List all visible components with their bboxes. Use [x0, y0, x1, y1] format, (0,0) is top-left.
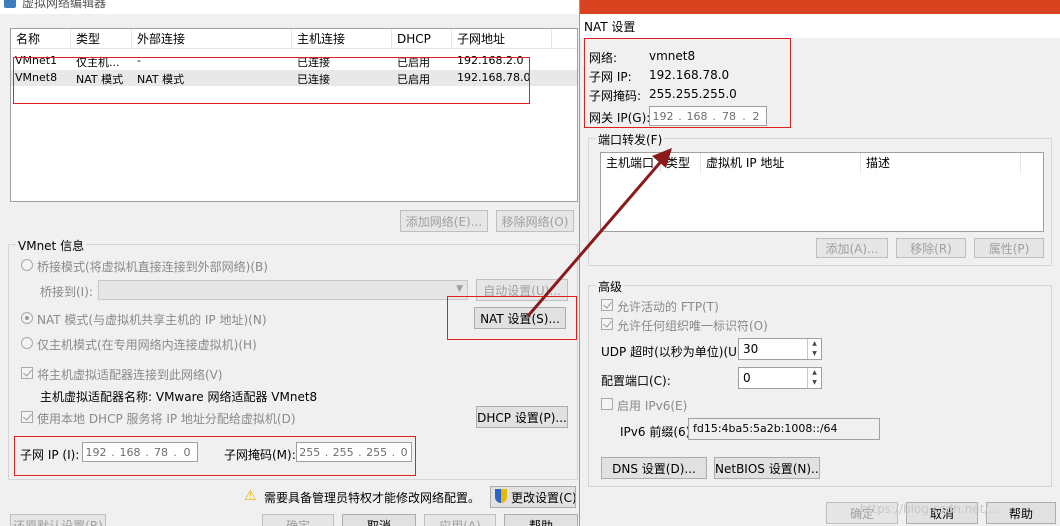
shield-icon [495, 489, 507, 503]
pf-col-host-port[interactable]: 主机端口 [601, 153, 661, 173]
window-title: 虚拟网络编辑器 [22, 0, 107, 10]
dns-settings-button[interactable]: DNS 设置(D)... [601, 457, 707, 479]
pf-add-button[interactable]: 添加(A)... [816, 238, 888, 258]
watermark: https://blog.csdn.net/... [860, 502, 1000, 516]
ok-button[interactable]: 确定 [262, 514, 334, 526]
bridge-to-label: 桥接到(I): [40, 285, 93, 299]
nat-settings-button[interactable]: NAT 设置(S)... [474, 307, 566, 329]
chevron-down-icon: ▼ [456, 284, 463, 294]
allow-oui-label: 允许任何组织唯一标识符(O) [617, 319, 768, 333]
connect-adapter-label: 将主机虚拟适配器连接到此网络(V) [37, 368, 223, 382]
warning-icon: ⚠ [244, 488, 257, 504]
allow-oui-checkbox[interactable] [601, 318, 613, 330]
add-network-button[interactable]: 添加网络(E)... [400, 210, 488, 232]
pf-col-vm-ip[interactable]: 虚拟机 IP 地址 [701, 153, 861, 173]
host-only-label: 仅主机模式(在专用网络内连接虚拟机)(H) [37, 338, 257, 352]
bridge-to-select[interactable]: ▼ [98, 280, 468, 300]
pf-remove-button[interactable]: 移除(R) [896, 238, 966, 258]
allow-ftp-checkbox[interactable] [601, 299, 613, 311]
col-external[interactable]: 外部连接 [132, 29, 292, 49]
enable-ipv6-label: 启用 IPv6(E) [617, 399, 688, 413]
udp-timeout-stepper[interactable]: 30 ▲ ▼ [738, 338, 822, 360]
port-forward-title: 端口转发(F) [596, 131, 665, 148]
nat-subnet-mask-value: 255.255.255.0 [649, 87, 737, 101]
pf-col-desc[interactable]: 描述 [861, 153, 1021, 173]
nat-subnet-ip-value: 192.168.78.0 [649, 68, 730, 82]
apply-button[interactable]: 应用(A) [424, 514, 496, 526]
help-button[interactable]: 帮助 [504, 514, 578, 526]
col-subnet[interactable]: 子网地址 [452, 29, 552, 49]
admin-warning: 需要具备管理员特权才能修改网络配置。 [264, 491, 481, 505]
port-forward-list[interactable]: 主机端口 类型 虚拟机 IP 地址 描述 [600, 152, 1044, 232]
cancel-button[interactable]: 取消 [342, 514, 416, 526]
allow-ftp-label: 允许活动的 FTP(T) [617, 300, 719, 314]
restore-defaults-button[interactable]: 还原默认设置(R) [10, 514, 106, 526]
subnet-ip-label: 子网 IP (I): [20, 448, 80, 462]
change-settings-button[interactable]: 更改设置(C) [490, 486, 576, 508]
nat-subnet-mask-label: 子网掩码: [589, 89, 642, 103]
nat-mode-radio[interactable] [21, 312, 33, 324]
remove-network-button[interactable]: 移除网络(O) [496, 210, 574, 232]
dhcp-settings-button[interactable]: DHCP 设置(P)... [476, 406, 568, 428]
subnet-mask-label: 子网掩码(M): [224, 448, 296, 462]
table-row[interactable]: VMnet1 仅主机... - 已连接 已启用 192.168.2.0 [11, 53, 577, 69]
app-icon [4, 0, 16, 8]
col-dhcp[interactable]: DHCP [392, 29, 452, 49]
auto-settings-button[interactable]: 自动设置(U)... [476, 279, 568, 301]
stepper-down-icon[interactable]: ▼ [807, 349, 821, 359]
pf-col-type[interactable]: 类型 [661, 153, 701, 173]
col-host[interactable]: 主机连接 [292, 29, 392, 49]
stepper-up-icon[interactable]: ▲ [807, 339, 821, 349]
host-only-radio[interactable] [21, 337, 33, 349]
connect-adapter-checkbox[interactable] [21, 367, 33, 379]
col-name[interactable]: 名称 [11, 29, 71, 49]
gateway-label: 网关 IP(G): [589, 111, 651, 125]
advanced-title: 高级 [596, 278, 625, 295]
stepper-down-icon[interactable]: ▼ [807, 378, 821, 388]
bridge-mode-label: 桥接模式(将虚拟机直接连接到外部网络)(B) [37, 260, 268, 274]
pf-properties-button[interactable]: 属性(P) [974, 238, 1044, 258]
stepper-up-icon[interactable]: ▲ [807, 368, 821, 378]
network-label: 网络: [589, 51, 618, 65]
desktop-background [580, 0, 1060, 14]
subnet-mask-field[interactable]: 255. 255. 255. 0 [296, 442, 412, 462]
col-type[interactable]: 类型 [71, 29, 132, 49]
title-bar: 虚拟网络编辑器 [0, 0, 579, 14]
udp-timeout-label: UDP 超时(以秒为单位)(U): [601, 345, 746, 359]
bridge-mode-radio[interactable] [21, 259, 33, 271]
subnet-ip-field[interactable]: 192. 168. 78. 0 [82, 442, 198, 462]
network-list[interactable]: 名称 类型 外部连接 主机连接 DHCP 子网地址 VMnet1 仅主机... … [10, 28, 578, 202]
nat-mode-label: NAT 模式(与虚拟机共享主机的 IP 地址)(N) [37, 313, 267, 327]
nat-title-bar: NAT 设置 [580, 14, 1060, 38]
vmnet-info-title: VMnet 信息 [16, 237, 87, 254]
netbios-settings-button[interactable]: NetBIOS 设置(N)... [714, 457, 820, 479]
virtual-network-editor-window: 虚拟网络编辑器 名称 类型 外部连接 主机连接 DHCP 子网地址 VMnet1… [0, 0, 580, 526]
network-list-header: 名称 类型 外部连接 主机连接 DHCP 子网地址 [11, 29, 577, 49]
use-dhcp-label: 使用本地 DHCP 服务将 IP 地址分配给虚拟机(D) [37, 412, 296, 426]
table-row[interactable]: VMnet8 NAT 模式 NAT 模式 已连接 已启用 192.168.78.… [11, 70, 577, 86]
config-port-label: 配置端口(C): [601, 374, 671, 388]
network-value: vmnet8 [649, 49, 696, 63]
gateway-ip-field[interactable]: 192. 168. 78. 2 [649, 106, 767, 126]
ipv6-prefix-field[interactable]: fd15:4ba5:5a2b:1008::/64 [688, 418, 880, 440]
use-dhcp-checkbox[interactable] [21, 411, 33, 423]
config-port-stepper[interactable]: 0 ▲ ▼ [738, 367, 822, 389]
nat-window-title: NAT 设置 [584, 20, 636, 34]
ipv6-prefix-label: IPv6 前缀(6): [620, 425, 695, 439]
nat-subnet-ip-label: 子网 IP: [589, 70, 632, 84]
adapter-name: 主机虚拟适配器名称: VMware 网络适配器 VMnet8 [40, 390, 318, 404]
enable-ipv6-checkbox[interactable] [601, 398, 613, 410]
nat-settings-window: NAT 设置 网络: vmnet8 子网 IP: 192.168.78.0 子网… [580, 14, 1060, 526]
